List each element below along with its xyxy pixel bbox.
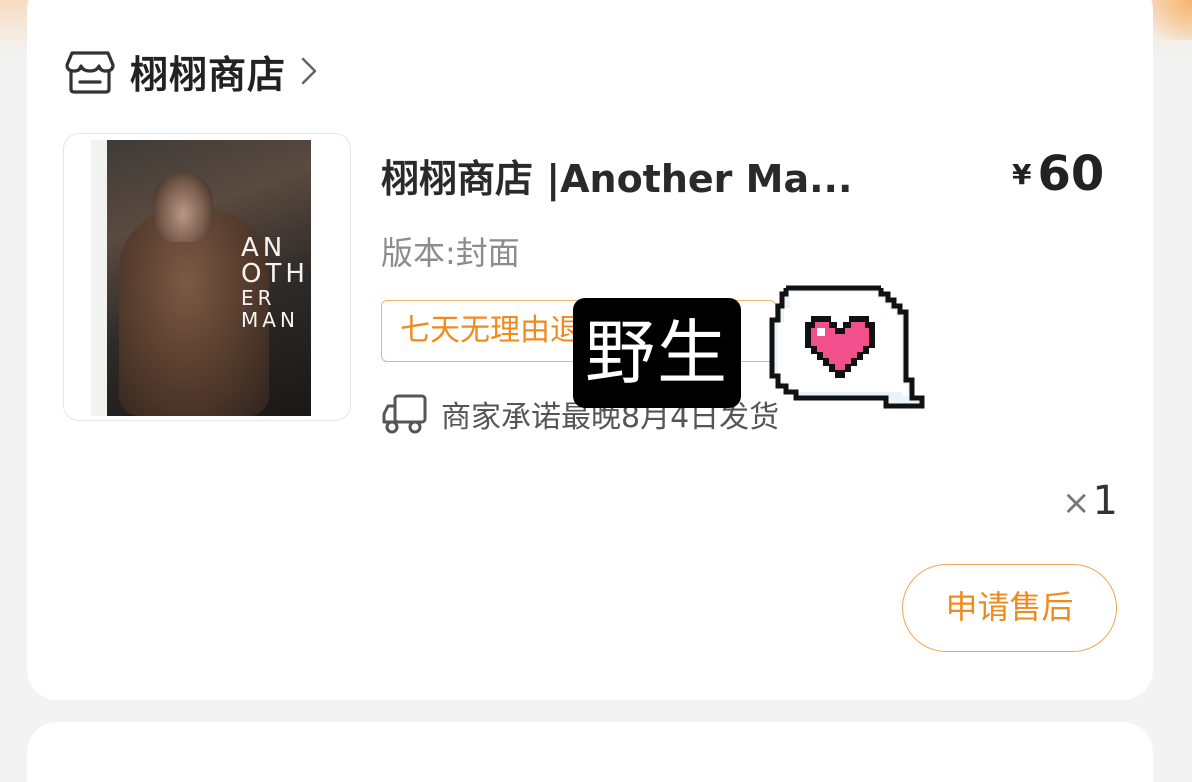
pixel-heart-speech-bubble-icon bbox=[769, 285, 925, 409]
next-card bbox=[27, 722, 1153, 782]
magazine-cover-image: AN OTH ER MAN bbox=[91, 140, 311, 416]
product-variant: 版本:封面 bbox=[381, 234, 520, 272]
quantity-value: 1 bbox=[1092, 478, 1118, 524]
cover-spine bbox=[91, 140, 107, 416]
store-icon bbox=[65, 51, 115, 94]
quantity-prefix: × bbox=[1062, 483, 1091, 523]
cover-head bbox=[153, 172, 213, 242]
chevron-right-icon[interactable] bbox=[300, 56, 318, 86]
wild-sticker: 野生 bbox=[573, 298, 741, 408]
product-price: ¥60 bbox=[1012, 146, 1104, 202]
price-value: 60 bbox=[1037, 146, 1105, 202]
currency-symbol: ¥ bbox=[1012, 158, 1032, 191]
quantity: ×1 bbox=[1062, 478, 1118, 524]
product-title[interactable]: 栩栩商店 |Another Ma... bbox=[381, 148, 852, 203]
after-sale-button[interactable]: 申请售后 bbox=[902, 564, 1117, 652]
shop-name[interactable]: 栩栩商店 bbox=[130, 44, 286, 99]
product-thumbnail[interactable]: AN OTH ER MAN bbox=[63, 133, 351, 421]
truck-icon bbox=[382, 394, 427, 434]
cover-logo-text: AN OTH ER MAN bbox=[241, 233, 309, 332]
shop-header[interactable]: 栩栩商店 bbox=[64, 44, 318, 99]
